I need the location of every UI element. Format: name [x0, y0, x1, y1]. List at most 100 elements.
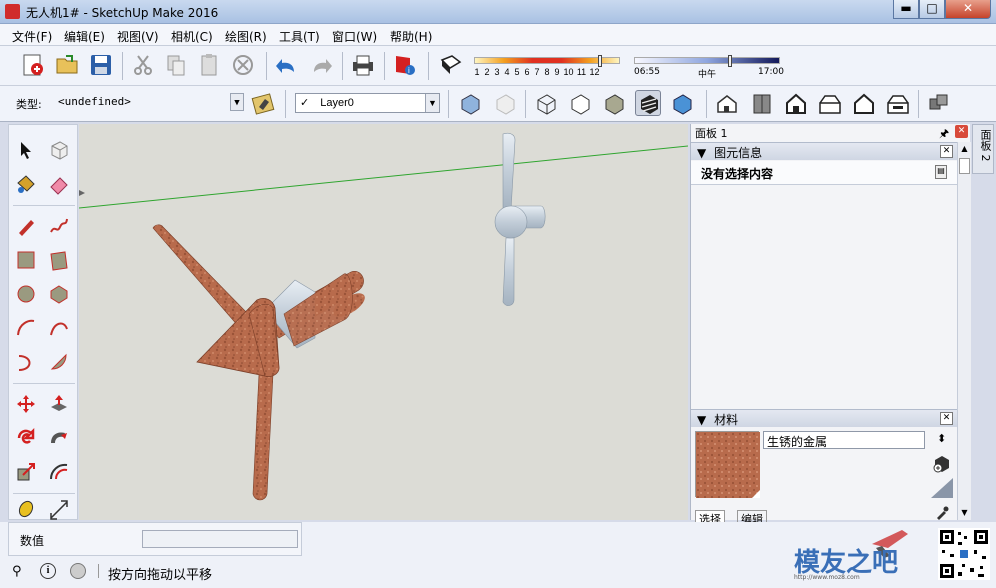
paste-icon[interactable]: [196, 52, 222, 78]
materials-header[interactable]: ▼ 材料 ✕: [691, 409, 957, 427]
paint-bucket-icon[interactable]: [13, 171, 39, 197]
rectangle-icon[interactable]: [13, 247, 39, 273]
cut-icon[interactable]: [130, 52, 156, 78]
rusty-propeller[interactable]: [152, 224, 369, 501]
menu-draw[interactable]: 绘图(R): [225, 28, 267, 45]
tray-2-tab[interactable]: 面板 2: [972, 124, 994, 174]
iso-view-icon[interactable]: [714, 91, 740, 117]
arc-icon[interactable]: [13, 315, 39, 341]
no-selection-text: 没有选择内容: [701, 167, 774, 181]
hidden-line-icon[interactable]: [567, 91, 593, 117]
save-icon[interactable]: [88, 52, 114, 78]
time-start: 06:55: [634, 67, 660, 77]
scale-icon[interactable]: [13, 459, 39, 485]
scroll-down-icon[interactable]: ▼: [958, 508, 971, 517]
line-pencil-icon[interactable]: [13, 213, 39, 239]
model-info-icon[interactable]: i: [392, 52, 418, 78]
monochrome-icon[interactable]: [669, 91, 695, 117]
undo-icon[interactable]: [274, 52, 300, 78]
shaded-textures-icon[interactable]: [635, 90, 661, 116]
copy-icon[interactable]: [163, 52, 189, 78]
month-tick: 4: [504, 67, 510, 77]
push-pull-icon[interactable]: [46, 391, 72, 417]
circle-icon[interactable]: [13, 281, 39, 307]
offset-icon[interactable]: [46, 459, 72, 485]
geo-location-icon[interactable]: ⚲: [12, 564, 28, 580]
measurements-input[interactable]: [142, 530, 298, 548]
print-icon[interactable]: [350, 52, 376, 78]
material-swatch[interactable]: [695, 431, 760, 498]
follow-me-icon[interactable]: [46, 425, 72, 451]
window-title: 无人机1# - SketchUp Make 2016: [26, 6, 219, 20]
scroll-thumb[interactable]: [959, 158, 970, 174]
rotate-icon[interactable]: [13, 425, 39, 451]
metal-propeller[interactable]: [494, 132, 546, 306]
wireframe-icon[interactable]: [533, 91, 559, 117]
erase-icon[interactable]: [230, 52, 256, 78]
month-tick: 9: [554, 67, 560, 77]
tool-palette: [8, 124, 78, 520]
collapse-triangle-icon: ▼: [697, 146, 707, 160]
menu-edit[interactable]: 编辑(E): [64, 28, 105, 45]
move-icon[interactable]: [13, 391, 39, 417]
shadow-time-slider[interactable]: 06:55 中午 17:00: [632, 55, 784, 83]
minimize-button[interactable]: ▬: [893, 0, 919, 19]
select-arrow-icon[interactable]: [13, 137, 39, 163]
close-button[interactable]: ✕: [945, 0, 991, 19]
three-point-arc-icon[interactable]: [13, 349, 39, 375]
tape-measure-icon[interactable]: [13, 497, 39, 523]
chevron-down-icon[interactable]: ▼: [425, 94, 439, 112]
back-view-icon[interactable]: [851, 91, 877, 117]
entity-type-dropdown[interactable]: <undefined> ▼: [54, 93, 244, 113]
freehand-icon[interactable]: [46, 213, 72, 239]
menu-help[interactable]: 帮助(H): [390, 28, 432, 45]
top-view-icon[interactable]: [749, 91, 775, 117]
maximize-button[interactable]: □: [919, 0, 945, 19]
two-point-arc-icon[interactable]: [46, 315, 72, 341]
menu-camera[interactable]: 相机(C): [171, 28, 213, 45]
close-icon[interactable]: ✕: [940, 412, 953, 425]
close-icon[interactable]: ✕: [940, 145, 953, 158]
scroll-up-icon[interactable]: ▲: [958, 144, 971, 153]
watermark-logo: 模友之吧 http://www.moz8.com: [792, 526, 932, 584]
polygon-icon[interactable]: [46, 281, 72, 307]
eraser-icon[interactable]: [46, 171, 72, 197]
new-file-icon[interactable]: [20, 52, 46, 78]
xray-face-icon[interactable]: [457, 91, 483, 117]
rotated-rectangle-icon[interactable]: [46, 247, 72, 273]
credits-info-icon[interactable]: i: [40, 563, 56, 579]
entity-info-header[interactable]: ▼ 图元信息 ✕: [691, 142, 957, 160]
menu-file[interactable]: 文件(F): [12, 28, 52, 45]
material-name-field[interactable]: 生锈的金属: [763, 431, 925, 449]
open-folder-icon[interactable]: [54, 52, 80, 78]
front-view-icon[interactable]: [783, 91, 809, 117]
chevron-down-icon[interactable]: ▼: [230, 93, 244, 111]
redo-icon[interactable]: [308, 52, 334, 78]
right-view-icon[interactable]: [817, 91, 843, 117]
shadow-toggle-icon[interactable]: [438, 52, 464, 78]
dimension-icon[interactable]: [46, 497, 72, 523]
material-pane-toggle-icon[interactable]: ⬍: [937, 432, 949, 448]
pie-icon[interactable]: [46, 349, 72, 375]
default-material-icon[interactable]: [931, 478, 953, 498]
components-icon[interactable]: [926, 91, 952, 117]
menu-window[interactable]: 窗口(W): [332, 28, 377, 45]
details-toggle-icon[interactable]: ▤: [935, 165, 947, 179]
left-view-icon[interactable]: [885, 91, 911, 117]
tray-scrollbar[interactable]: ▲ ▼: [957, 142, 971, 520]
shadow-month-slider[interactable]: 1 2 3 4 5 6 7 8 9 10 11 12: [472, 55, 622, 83]
modeling-viewport[interactable]: [79, 124, 688, 520]
user-account-icon[interactable]: [70, 563, 86, 579]
menu-view[interactable]: 视图(V): [117, 28, 159, 45]
eyedropper-icon[interactable]: [935, 506, 949, 520]
menu-bar: 文件(F) 编辑(E) 视图(V) 相机(C) 绘图(R) 工具(T) 窗口(W…: [0, 24, 996, 46]
menu-tools[interactable]: 工具(T): [279, 28, 320, 45]
back-edges-icon[interactable]: [492, 91, 518, 117]
month-tick: 2: [484, 67, 490, 77]
create-material-icon[interactable]: [932, 454, 952, 474]
make-component-icon[interactable]: [46, 137, 72, 163]
shaded-icon[interactable]: [601, 91, 627, 117]
tray-close-icon[interactable]: ✕: [955, 125, 968, 138]
style-builder-icon[interactable]: [251, 91, 277, 117]
layer-dropdown[interactable]: ✓ Layer0 ▼: [295, 93, 440, 113]
